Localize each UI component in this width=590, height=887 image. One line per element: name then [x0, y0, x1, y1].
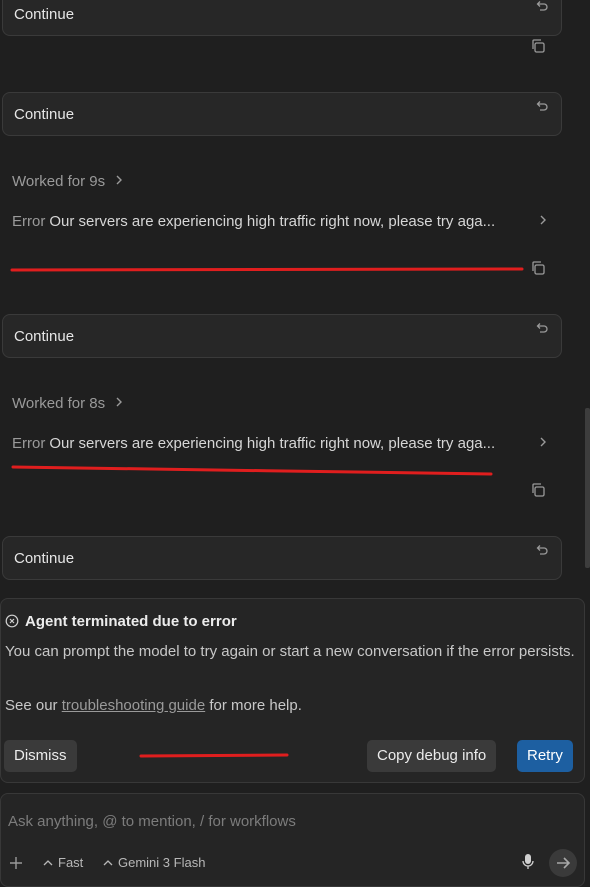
error-message[interactable]: Error Our servers are experiencing high t…	[12, 435, 495, 452]
continue-message[interactable]: Continue	[2, 314, 562, 358]
chat-composer: Ask anything, @ to mention, / for workfl…	[0, 793, 585, 887]
plus-icon[interactable]	[9, 856, 23, 870]
banner-help-text: See our troubleshooting guide for more h…	[5, 697, 302, 714]
mic-icon[interactable]	[521, 853, 535, 871]
chevron-right-icon[interactable]	[538, 436, 548, 448]
error-text: Our servers are experiencing high traffi…	[49, 435, 496, 452]
worked-duration-label: Worked for 8s	[12, 395, 106, 412]
annotation-red-underline	[10, 267, 524, 272]
chevron-up-icon	[43, 860, 53, 866]
retry-button[interactable]: Retry	[517, 740, 573, 772]
undo-icon[interactable]	[535, 321, 549, 335]
send-arrow-icon	[557, 857, 571, 869]
mode-selector[interactable]: Fast	[43, 855, 83, 870]
continue-message[interactable]: Continue	[2, 536, 562, 580]
chevron-right-icon	[116, 175, 123, 185]
error-label: Error	[12, 213, 46, 230]
error-circle-icon	[5, 614, 19, 628]
copy-icon[interactable]	[530, 260, 546, 276]
continue-label: Continue	[14, 106, 75, 123]
continue-label: Continue	[14, 6, 75, 23]
continue-message[interactable]: Continue	[2, 0, 562, 36]
continue-label: Continue	[14, 328, 75, 345]
mode-label: Fast	[58, 855, 84, 870]
annotation-red-underline	[11, 465, 493, 476]
worked-duration-label: Worked for 9s	[12, 173, 106, 190]
continue-message[interactable]: Continue	[2, 92, 562, 136]
model-label: Gemini 3 Flash	[118, 855, 206, 870]
worked-duration-toggle[interactable]: Worked for 8s	[12, 395, 123, 412]
help-prefix: See our	[5, 697, 62, 714]
chevron-up-icon	[103, 860, 113, 866]
undo-icon[interactable]	[535, 99, 549, 113]
chat-input[interactable]: Ask anything, @ to mention, / for workfl…	[8, 813, 296, 830]
copy-icon[interactable]	[530, 482, 546, 498]
undo-icon[interactable]	[535, 0, 549, 13]
continue-label: Continue	[14, 550, 75, 567]
worked-duration-toggle[interactable]: Worked for 9s	[12, 173, 123, 190]
chevron-right-icon[interactable]	[538, 214, 548, 226]
model-selector[interactable]: Gemini 3 Flash	[103, 855, 205, 870]
error-message[interactable]: Error Our servers are experiencing high t…	[12, 213, 495, 230]
copy-debug-info-button[interactable]: Copy debug info	[367, 740, 497, 772]
error-text: Our servers are experiencing high traffi…	[49, 213, 496, 230]
agent-error-banner: Agent terminated due to error You can pr…	[0, 598, 585, 783]
dismiss-button[interactable]: Dismiss	[4, 740, 77, 772]
banner-body: You can prompt the model to try again or…	[5, 643, 575, 660]
undo-icon[interactable]	[535, 543, 549, 557]
annotation-red-underline	[139, 753, 289, 758]
troubleshooting-guide-link[interactable]: troubleshooting guide	[62, 697, 205, 714]
error-label: Error	[12, 435, 46, 452]
send-button[interactable]	[549, 849, 577, 877]
scrollbar-thumb[interactable]	[585, 408, 590, 568]
copy-icon[interactable]	[530, 38, 546, 54]
help-suffix: for more help.	[205, 697, 302, 714]
chevron-right-icon	[116, 397, 123, 407]
banner-title: Agent terminated due to error	[25, 613, 237, 630]
